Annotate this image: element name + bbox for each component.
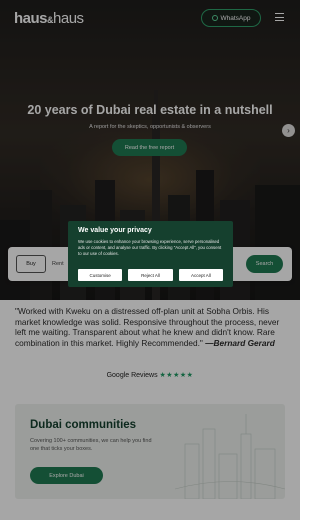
cookie-consent-modal: We value your privacy We use cookies to … [68, 221, 233, 287]
accept-all-button[interactable]: Accept All [178, 269, 223, 281]
cookie-body: We use cookies to enhance your browsing … [78, 239, 222, 256]
cookie-title: We value your privacy [78, 227, 152, 234]
reject-all-button[interactable]: Reject All [128, 269, 173, 281]
customise-button[interactable]: Customise [78, 269, 123, 281]
